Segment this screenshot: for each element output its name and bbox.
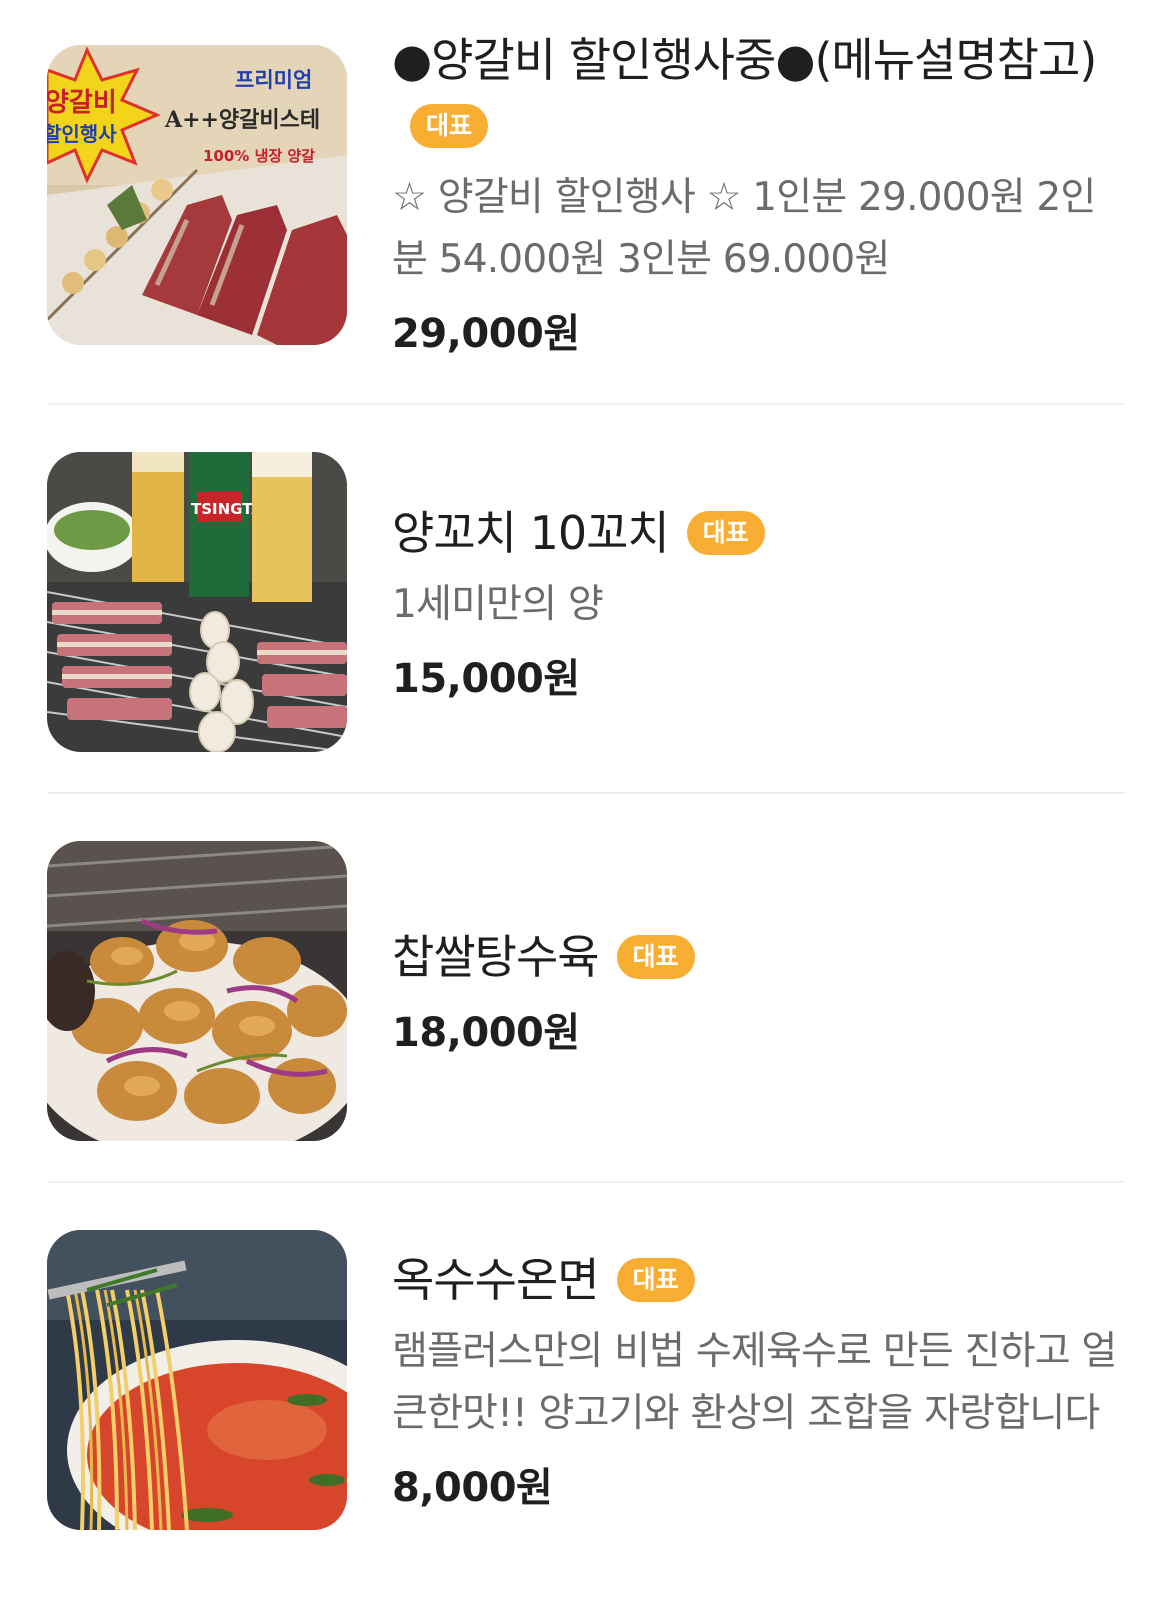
menu-item-lamb-skewer[interactable]: TSINGTAO 양꼬치 10꼬치 대표 1세미만의 양 15,000원 (47, 452, 1125, 752)
menu-list: 양갈비 할인행사 프리미엄 A++양갈비스테 100% 냉장 양갈 ●양갈비 할… (0, 0, 1170, 1608)
menu-item-price: 29,000원 (392, 311, 580, 357)
menu-item-title: 찹쌀탕수육 대표 (392, 924, 1125, 990)
starburst-line1: 양갈비 (47, 88, 117, 118)
menu-item-description: ☆ 양갈비 할인행사 ☆ 1인분 29.000원 2인분 54.000원 3인분… (392, 175, 1096, 282)
menu-item-title: 양꼬치 10꼬치 대표 (392, 500, 1125, 566)
divider (47, 1181, 1125, 1183)
divider (47, 792, 1125, 794)
lamb-skewer-photo: TSINGTAO (47, 452, 347, 752)
menu-item-price: 18,000원 (392, 1010, 580, 1056)
featured-badge: 대표 (410, 103, 489, 148)
featured-badge: 대표 (616, 934, 695, 979)
sweet-sour-pork-photo (47, 841, 347, 1141)
premium-text: 프리미엄 (235, 68, 312, 92)
menu-item-name: 찹쌀탕수육 (392, 930, 600, 984)
menu-item-name: ●양갈비 할인행사중●(메뉴설명참고) (392, 33, 1097, 87)
menu-item-description: 1세미만의 양 (392, 582, 604, 627)
featured-badge: 대표 (616, 1257, 695, 1302)
menu-item-image (47, 1230, 347, 1530)
menu-item-image (47, 841, 347, 1141)
divider (47, 403, 1125, 405)
menu-item-image: TSINGTAO (47, 452, 347, 752)
menu-item-name: 양꼬치 10꼬치 (392, 506, 670, 560)
menu-item-description: 램플러스만의 비법 수제육수로 만든 진하고 얼큰한맛!! 양고기와 환상의 조… (392, 1329, 1117, 1436)
menu-item-sweet-sour-pork[interactable]: 찹쌀탕수육 대표 18,000원 (47, 841, 1125, 1141)
sub-text: 100% 냉장 양갈 (203, 147, 315, 165)
lamb-rib-photo: 양갈비 할인행사 프리미엄 A++양갈비스테 100% 냉장 양갈 (47, 45, 347, 345)
product-text: A++양갈비스테 (164, 107, 320, 133)
menu-item-price: 15,000원 (392, 656, 580, 702)
menu-item-lamb-rib[interactable]: 양갈비 할인행사 프리미엄 A++양갈비스테 100% 냉장 양갈 ●양갈비 할… (47, 33, 1125, 359)
menu-item-name: 옥수수온면 (392, 1253, 600, 1307)
menu-item-title: ●양갈비 할인행사중●(메뉴설명참고) 대표 (392, 27, 1125, 159)
menu-item-info: 찹쌀탕수육 대표 18,000원 (392, 924, 1125, 1058)
corn-noodle-photo (47, 1230, 347, 1530)
menu-item-title: 옥수수온면 대표 (392, 1247, 1125, 1313)
featured-badge: 대표 (686, 510, 765, 555)
menu-item-info: 양꼬치 10꼬치 대표 1세미만의 양 15,000원 (392, 500, 1125, 704)
menu-item-price: 8,000원 (392, 1465, 553, 1511)
menu-item-corn-noodle[interactable]: 옥수수온면 대표 램플러스만의 비법 수제육수로 만든 진하고 얼큰한맛!! 양고… (47, 1230, 1125, 1530)
menu-item-info: 옥수수온면 대표 램플러스만의 비법 수제육수로 만든 진하고 얼큰한맛!! 양고… (392, 1247, 1125, 1513)
menu-item-image: 양갈비 할인행사 프리미엄 A++양갈비스테 100% 냉장 양갈 (47, 45, 347, 345)
menu-item-info: ●양갈비 할인행사중●(메뉴설명참고) 대표 ☆ 양갈비 할인행사 ☆ 1인분 2… (392, 27, 1125, 359)
starburst-line2: 할인행사 (47, 122, 117, 146)
